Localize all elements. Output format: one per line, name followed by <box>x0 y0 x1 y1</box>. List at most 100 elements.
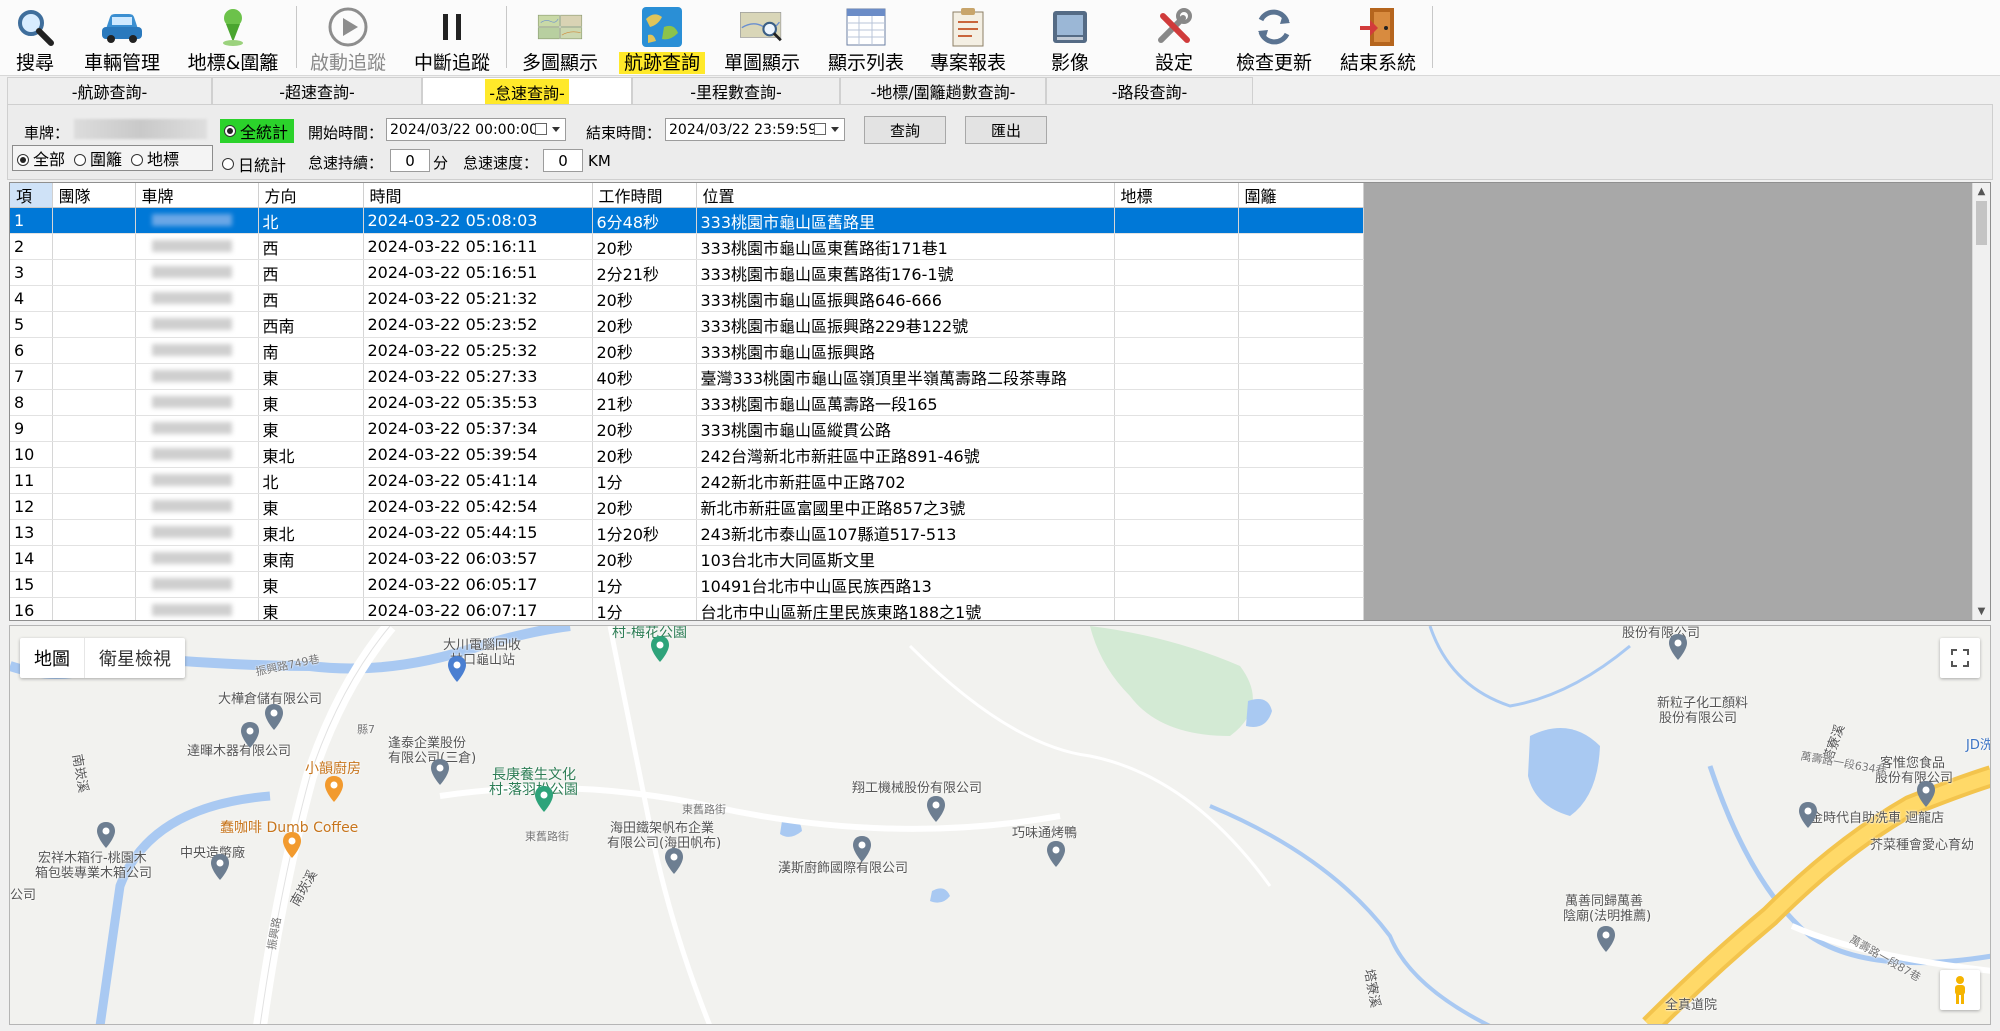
tab-idle-query[interactable]: -怠速查詢- <box>422 77 632 105</box>
table-row[interactable]: 6 南 2024-03-22 05:25:32 20秒 333桃園市龜山區振興路 <box>10 337 1364 364</box>
check-update-button[interactable]: 檢查更新 <box>1232 0 1316 74</box>
table-row[interactable]: 4 西 2024-03-22 05:21:32 20秒 333桃園市龜山區振興路646-… <box>10 285 1364 312</box>
check-update-label: 檢查更新 <box>1235 52 1312 74</box>
tab-road-query[interactable]: -路段查詢- <box>1046 77 1253 104</box>
column-header-direction[interactable]: 方向 <box>258 183 364 208</box>
cell-landmark <box>1114 285 1239 312</box>
table-row[interactable]: 14 東南 2024-03-22 06:03:57 20秒 103台北市大同區斯文里 <box>10 545 1364 572</box>
cell-direction: 西 <box>258 233 364 260</box>
cell-plate <box>135 493 259 520</box>
settings-button[interactable]: 設定 <box>1134 0 1214 74</box>
end-time-picker[interactable]: 2024/03/22 23:59:59 <box>665 118 845 141</box>
cell-index: 1 <box>10 207 53 234</box>
map-pin-icon[interactable] <box>664 848 684 874</box>
park-pin-icon[interactable] <box>534 786 554 812</box>
cell-fence <box>1238 337 1364 364</box>
table-row[interactable]: 5 西南 2024-03-22 05:23:52 20秒 333桃園市龜山區振興路229… <box>10 311 1364 338</box>
tab-landmark-trip-query[interactable]: -地標/圍籬趟數查詢- <box>840 77 1046 104</box>
scroll-down-arrow-icon[interactable]: ▼ <box>1973 603 1990 620</box>
scope-fence-radio[interactable]: 圍籬 <box>74 146 122 170</box>
track-query-button[interactable]: 航跡查詢 <box>612 0 712 74</box>
cell-team <box>52 467 136 494</box>
redacted-plate <box>151 604 232 616</box>
grid-vertical-scrollbar[interactable]: ▲ ▼ <box>1972 183 1990 620</box>
column-header-work-time[interactable]: 工作時間 <box>592 183 697 208</box>
table-row[interactable]: 12 東 2024-03-22 05:42:54 20秒 新北市新莊區富國里中正路857… <box>10 493 1364 520</box>
exit-system-button[interactable]: 結束系統 <box>1336 0 1420 74</box>
map-pin-icon[interactable] <box>1046 841 1066 867</box>
redacted-plate <box>151 292 232 304</box>
project-report-button[interactable]: 專案報表 <box>926 0 1010 74</box>
table-row[interactable]: 16 東 2024-03-22 06:07:17 1分 台北市中山區新庄里民族東路188… <box>10 597 1364 620</box>
plate-select[interactable] <box>74 119 207 139</box>
column-header-plate[interactable]: 車牌 <box>135 183 259 208</box>
map-pin-icon[interactable] <box>264 704 284 730</box>
tab-speeding-query[interactable]: -超速查詢- <box>212 77 422 104</box>
street-view-pegman-button[interactable] <box>1940 970 1980 1010</box>
map-pin-icon[interactable] <box>1668 634 1688 660</box>
fullscreen-button[interactable] <box>1940 638 1980 678</box>
daily-statistics-radio[interactable]: 日統計 <box>222 152 286 176</box>
image-button[interactable]: 影像 <box>1030 0 1110 74</box>
idle-speed-input[interactable]: 0 <box>543 149 583 172</box>
tab-mileage-query[interactable]: -里程數查詢- <box>632 77 840 104</box>
map-view-button[interactable]: 地圖 <box>20 638 85 678</box>
single-map-button[interactable]: 單圖顯示 <box>720 0 804 74</box>
map-pin-icon[interactable] <box>1798 802 1818 828</box>
scope-landmark-radio[interactable]: 地標 <box>131 146 179 170</box>
column-header-landmark[interactable]: 地標 <box>1114 183 1239 208</box>
start-tracking-button[interactable]: 啟動追蹤 <box>306 0 390 74</box>
cell-plate <box>135 467 259 494</box>
cafe-pin-icon[interactable] <box>282 832 302 858</box>
show-list-button[interactable]: 顯示列表 <box>824 0 908 74</box>
total-statistics-radio[interactable]: 全統計 <box>220 119 295 143</box>
landmark-icon <box>210 4 256 50</box>
table-row[interactable]: 13 東北 2024-03-22 05:44:15 1分20秒 243新北市泰山區107… <box>10 519 1364 546</box>
map-pin-icon[interactable] <box>240 722 260 748</box>
column-header-index[interactable]: 項 <box>10 183 53 208</box>
table-row[interactable]: 9 東 2024-03-22 05:37:34 20秒 333桃園市龜山區縱貫公路 <box>10 415 1364 442</box>
table-row[interactable]: 10 東北 2024-03-22 05:39:54 20秒 242台灣新北市新莊區中正路… <box>10 441 1364 468</box>
column-header-location[interactable]: 位置 <box>696 183 1115 208</box>
table-row[interactable]: 11 北 2024-03-22 05:41:14 1分 242新北市新莊區中正路702 <box>10 467 1364 494</box>
map-label: 長庚養生文化 <box>492 767 576 783</box>
table-row[interactable]: 2 西 2024-03-22 05:16:11 20秒 333桃園市龜山區東舊路街171… <box>10 233 1364 260</box>
table-row[interactable]: 8 東 2024-03-22 05:35:53 21秒 333桃園市龜山區萬壽路一段16… <box>10 389 1364 416</box>
idle-duration-input[interactable]: 0 <box>390 149 430 172</box>
map-pin-icon[interactable] <box>96 822 116 848</box>
map-pin-icon[interactable] <box>210 854 230 880</box>
map-pin-icon[interactable] <box>447 656 467 682</box>
stop-tracking-button[interactable]: 中斷追蹤 <box>410 0 494 74</box>
table-row[interactable]: 3 西 2024-03-22 05:16:51 2分21秒 333桃園市龜山區東舊路街1… <box>10 259 1364 286</box>
cell-fence <box>1238 415 1364 442</box>
vehicle-management-button[interactable]: 車輛管理 <box>80 0 164 74</box>
multi-map-button[interactable]: 多圖顯示 <box>518 0 602 74</box>
map-pin-icon[interactable] <box>1916 781 1936 807</box>
column-header-fence[interactable]: 圍籬 <box>1238 183 1364 208</box>
scroll-up-arrow-icon[interactable]: ▲ <box>1973 183 1990 200</box>
map-pin-icon[interactable] <box>926 796 946 822</box>
cell-time: 2024-03-22 05:35:53 <box>363 389 593 416</box>
satellite-view-button[interactable]: 衛星檢視 <box>85 638 185 678</box>
tab-track-query[interactable]: -航跡查詢- <box>7 77 212 104</box>
map-pin-icon[interactable] <box>1596 926 1616 952</box>
map-pin-icon[interactable] <box>430 759 450 785</box>
table-row[interactable]: 7 東 2024-03-22 05:27:33 40秒 臺灣333桃園市龜山區嶺頂里半嶺… <box>10 363 1364 390</box>
column-header-team[interactable]: 團隊 <box>52 183 136 208</box>
scope-all-radio[interactable]: 全部 <box>17 146 65 170</box>
query-button[interactable]: 查詢 <box>864 116 946 144</box>
search-button[interactable]: 搜尋 <box>10 0 60 74</box>
table-row[interactable]: 1 北 2024-03-22 05:08:03 6分48秒 333桃園市龜山區舊路里 <box>10 207 1364 234</box>
map-view[interactable]: 地圖 衛星檢視 大川電腦回收 林口龜山站 村-梅花公園 大樺倉儲有限公司 達暉木… <box>9 625 1991 1025</box>
start-time-picker[interactable]: 2024/03/22 00:00:00 <box>386 118 566 141</box>
map-pin-icon[interactable] <box>852 836 872 862</box>
park-pin-icon[interactable] <box>650 636 670 662</box>
scroll-thumb[interactable] <box>1976 201 1987 245</box>
cell-location: 333桃園市龜山區振興路229巷122號 <box>696 311 1115 338</box>
landmark-fence-button[interactable]: 地標&圍籬 <box>184 0 282 74</box>
restaurant-pin-icon[interactable] <box>324 776 344 802</box>
table-row[interactable]: 15 東 2024-03-22 06:05:17 1分 10491台北市中山區民族西路1… <box>10 571 1364 598</box>
export-button[interactable]: 匯出 <box>965 116 1047 144</box>
column-header-time[interactable]: 時間 <box>363 183 593 208</box>
map-label: 逢泰企業股份 <box>388 736 467 751</box>
